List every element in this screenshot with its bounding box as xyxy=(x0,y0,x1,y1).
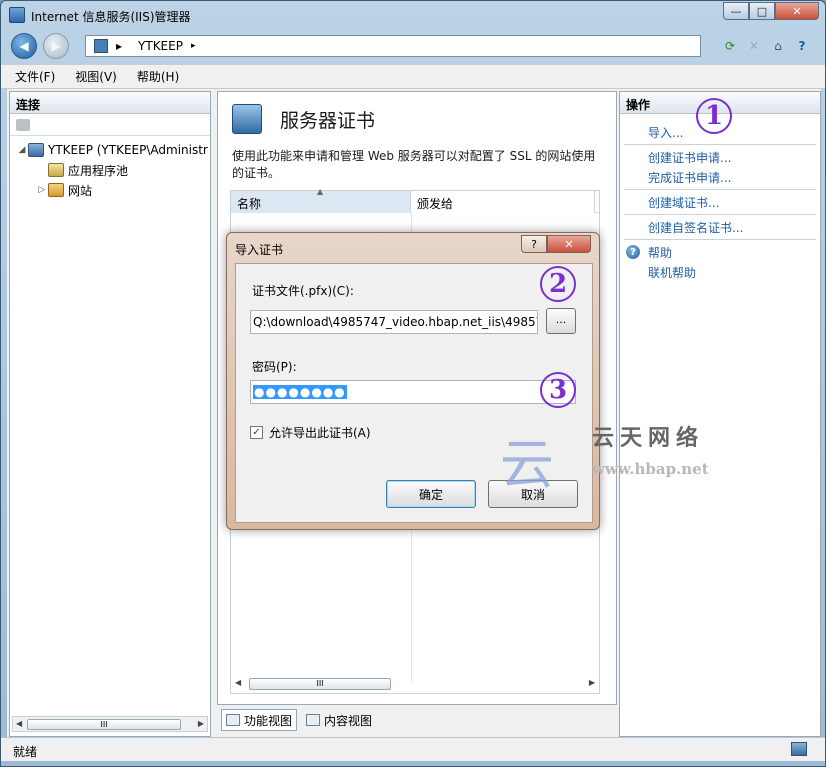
connections-tree: ◢ YTKEEP (YTKEEP\Administr 应用程序池 ▷ 网站 xyxy=(10,136,210,200)
connect-icon[interactable] xyxy=(16,118,30,131)
allow-export-checkbox[interactable]: ✓ 允许导出此证书(A) xyxy=(250,424,371,441)
stop-icon[interactable]: ✕ xyxy=(745,37,763,55)
actions-pane: 操作 导入... 创建证书申请... 完成证书申请... 创建域证书... 创建… xyxy=(619,91,821,737)
tree-node-label: YTKEEP (YTKEEP\Administr xyxy=(48,143,208,157)
scroll-left-icon[interactable]: ◀ xyxy=(235,678,241,687)
forward-button[interactable]: ▶ xyxy=(43,33,69,59)
address-arrow: ▸ xyxy=(116,39,123,53)
help-icon[interactable]: ? xyxy=(793,37,811,55)
connections-pane: 连接 ◢ YTKEEP (YTKEEP\Administr 应用程序池 ▷ 网站 xyxy=(9,91,211,737)
tree-node-server[interactable]: ◢ YTKEEP (YTKEEP\Administr xyxy=(10,140,210,160)
home-icon[interactable]: ⌂ xyxy=(769,37,787,55)
help-icon: ? xyxy=(626,245,640,259)
browse-button[interactable]: ... xyxy=(546,308,576,334)
annotation-step-1: 1 xyxy=(696,98,732,134)
ok-button[interactable]: 确定 xyxy=(386,480,476,508)
tree-expander[interactable]: ◢ xyxy=(16,145,28,155)
address-node[interactable]: YTKEEP xyxy=(138,39,183,53)
menu-help[interactable]: 帮助(H) xyxy=(137,68,179,85)
dialog-help-button[interactable]: ? xyxy=(521,235,547,253)
view-tabs: 功能视图 内容视图 xyxy=(221,709,377,731)
tree-node-sites[interactable]: ▷ 网站 xyxy=(10,180,210,200)
app-pool-icon xyxy=(48,163,64,177)
dialog-title: 导入证书 xyxy=(235,243,284,257)
status-bar: 就绪 xyxy=(1,737,825,761)
watermark-logo-icon: 云 xyxy=(500,433,554,496)
window-title: Internet 信息服务(IIS)管理器 xyxy=(31,10,191,24)
watermark-name: 云天网络 xyxy=(592,425,705,451)
address-field[interactable]: ▸ YTKEEP ▸ xyxy=(85,35,701,57)
tree-expander[interactable]: ▷ xyxy=(36,185,48,195)
action-create-cert-request[interactable]: 创建证书申请... xyxy=(620,147,820,167)
scroll-right-icon[interactable]: ▶ xyxy=(589,678,595,687)
menu-file[interactable]: 文件(F) xyxy=(15,68,55,85)
list-hscroll[interactable]: ◀ III ▶ xyxy=(233,677,597,691)
cert-file-label: 证书文件(.pfx)(C): xyxy=(252,284,354,298)
connections-title: 连接 xyxy=(10,92,210,114)
tree-node-label: 应用程序池 xyxy=(68,163,129,178)
password-input[interactable]: ●●●●●●●● xyxy=(250,380,576,404)
server-icon xyxy=(28,143,44,157)
server-icon xyxy=(94,39,108,53)
scroll-left-icon[interactable]: ◀ xyxy=(16,719,22,728)
address-bar-area: ◀ ▶ ▸ YTKEEP ▸ ⟳ ✕ ⌂ ? xyxy=(7,31,821,63)
annotation-step-3: 3 xyxy=(540,372,576,408)
watermark-url: www.hbap.net xyxy=(592,460,709,478)
column-header-name[interactable]: ▲ 名称 xyxy=(231,187,411,213)
watermark: 云 云天网络 www.hbap.net xyxy=(500,420,720,496)
server-certificates-icon xyxy=(232,104,262,134)
sites-icon xyxy=(48,183,64,197)
sort-up-icon: ▲ xyxy=(317,187,324,196)
iis-app-icon xyxy=(9,7,25,23)
scroll-thumb[interactable]: III xyxy=(249,678,391,690)
minimize-button[interactable]: — xyxy=(723,2,749,20)
connections-hscroll[interactable]: ◀ III ▶ xyxy=(12,716,208,732)
title-bar: Internet 信息服务(IIS)管理器 — □ ✕ xyxy=(1,1,825,29)
close-button[interactable]: ✕ xyxy=(775,2,819,20)
tab-features-view[interactable]: 功能视图 xyxy=(221,709,298,731)
annotation-step-2: 2 xyxy=(540,266,576,302)
refresh-icon[interactable]: ⟳ xyxy=(721,37,739,55)
action-create-self-signed-cert[interactable]: 创建自签名证书... xyxy=(620,217,820,237)
tree-node-app-pools[interactable]: 应用程序池 xyxy=(10,160,210,180)
tree-node-label: 网站 xyxy=(68,183,93,198)
checkbox-check-icon[interactable]: ✓ xyxy=(250,426,263,439)
dialog-close-button[interactable]: ✕ xyxy=(547,235,591,253)
page-title: 服务器证书 xyxy=(280,110,376,132)
password-label: 密码(P): xyxy=(252,360,297,374)
allow-export-label: 允许导出此证书(A) xyxy=(269,426,371,440)
tab-content-view[interactable]: 内容视图 xyxy=(301,709,377,731)
column-header-issued-to[interactable]: 颁发给 xyxy=(411,191,595,213)
network-status-icon xyxy=(791,742,807,756)
cert-file-input[interactable]: Q:\download\4985747_video.hbap.net_iis\4… xyxy=(250,310,538,334)
menu-view[interactable]: 视图(V) xyxy=(75,68,117,85)
page-description: 使用此功能来申请和管理 Web 服务器可以对配置了 SSL 的网站使用的证书。 xyxy=(232,149,596,180)
action-complete-cert-request[interactable]: 完成证书申请... xyxy=(620,167,820,187)
menu-bar: 文件(F) 视图(V) 帮助(H) xyxy=(1,65,825,89)
action-online-help[interactable]: 联机帮助 xyxy=(620,262,820,282)
action-help[interactable]: ? 帮助 xyxy=(620,242,820,262)
content-view-icon xyxy=(306,714,321,726)
features-view-icon xyxy=(226,714,240,726)
status-text: 就绪 xyxy=(13,745,38,759)
address-arrow-end[interactable]: ▸ xyxy=(191,41,196,51)
maximize-button[interactable]: □ xyxy=(749,2,775,20)
back-button[interactable]: ◀ xyxy=(11,33,37,59)
scroll-thumb[interactable]: III xyxy=(27,719,181,730)
scroll-right-icon[interactable]: ▶ xyxy=(198,719,204,728)
action-create-domain-cert[interactable]: 创建域证书... xyxy=(620,192,820,212)
